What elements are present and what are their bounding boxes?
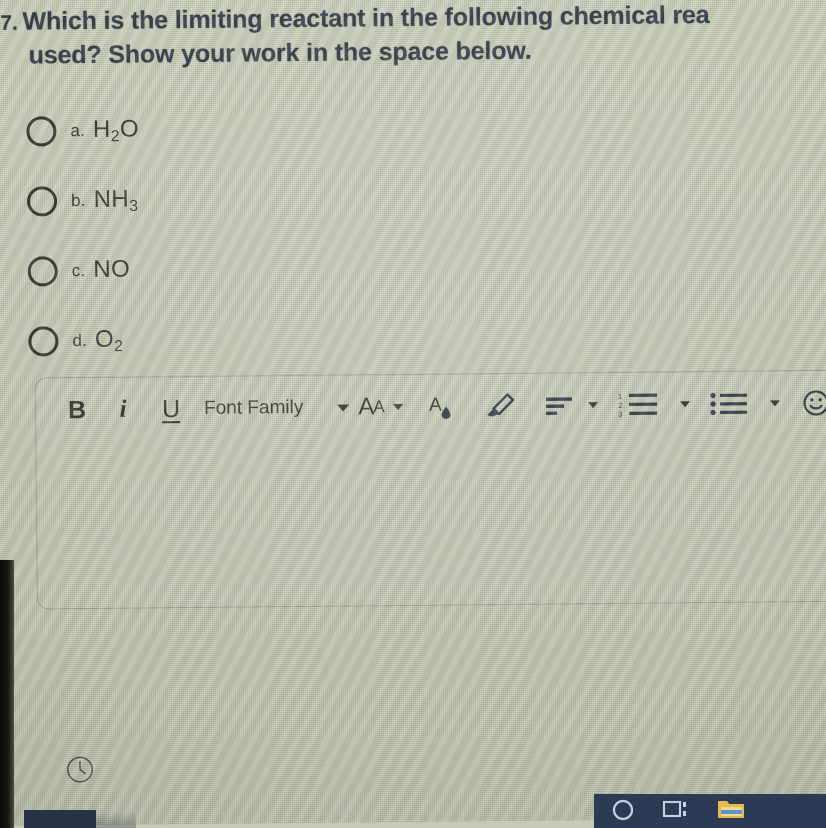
clock-icon[interactable] xyxy=(65,755,94,784)
option-formula-b: NH3 xyxy=(93,185,139,215)
answer-options: a. H2O b. NH3 c. NO d. O2 xyxy=(26,96,141,377)
option-c[interactable]: c. NO xyxy=(27,235,140,306)
radio-button-d[interactable] xyxy=(28,326,59,357)
smiley-face-icon[interactable] xyxy=(795,383,826,423)
rich-text-editor[interactable]: B i U Font Family AA A 1 2 3 xyxy=(34,369,826,610)
option-d[interactable]: d. O2 xyxy=(28,305,141,376)
task-view-icon[interactable] xyxy=(662,796,690,827)
svg-text:A: A xyxy=(429,395,442,416)
quiz-page: 7. Which is the limiting reactant in the … xyxy=(0,0,826,828)
taskbar-start-area[interactable] xyxy=(24,810,96,828)
option-letter-c: c. xyxy=(71,261,86,281)
chevron-down-icon[interactable] xyxy=(337,403,350,412)
option-letter-a: a. xyxy=(70,121,86,141)
svg-text:1: 1 xyxy=(618,392,622,401)
underline-button[interactable]: U xyxy=(146,389,196,429)
chevron-down-icon[interactable] xyxy=(587,402,598,409)
radio-button-c[interactable] xyxy=(27,256,58,287)
question-number: 7. xyxy=(0,11,18,35)
chevron-down-icon[interactable] xyxy=(392,403,403,411)
align-left-icon[interactable] xyxy=(538,385,578,425)
italic-button[interactable]: i xyxy=(100,389,146,429)
chevron-down-icon[interactable] xyxy=(679,401,690,408)
taskbar-seam xyxy=(96,812,136,828)
editor-text-area[interactable] xyxy=(36,435,826,609)
editor-toolbar: B i U Font Family AA A 1 2 3 xyxy=(36,371,826,443)
radio-button-b[interactable] xyxy=(26,186,58,217)
bold-button[interactable]: B xyxy=(54,390,100,430)
option-formula-c: NO xyxy=(93,255,131,283)
taskbar xyxy=(594,794,826,828)
font-family-selector[interactable]: Font Family xyxy=(204,388,304,429)
highlighter-icon[interactable] xyxy=(476,386,522,426)
monitor-screen: 7. Which is the limiting reactant in the … xyxy=(0,0,826,826)
bullet-list-icon[interactable] xyxy=(705,384,751,424)
question-text-line-1: Which is the limiting reactant in the fo… xyxy=(22,1,710,36)
text-color-icon[interactable]: A xyxy=(418,386,462,426)
file-explorer-icon[interactable] xyxy=(716,796,746,827)
chevron-down-icon[interactable] xyxy=(769,400,780,407)
font-size-button[interactable]: AA xyxy=(358,387,384,427)
svg-text:2: 2 xyxy=(618,401,622,410)
option-a[interactable]: a. H2O xyxy=(26,96,139,167)
option-formula-d: O2 xyxy=(94,325,124,355)
question-block: 7. Which is the limiting reactant in the … xyxy=(0,0,826,73)
screen-photo: 7. Which is the limiting reactant in the … xyxy=(0,0,826,828)
option-b[interactable]: b. NH3 xyxy=(26,165,140,236)
option-letter-d: d. xyxy=(72,331,88,351)
radio-button-a[interactable] xyxy=(26,116,57,147)
cortana-search-icon[interactable] xyxy=(610,796,636,827)
svg-text:3: 3 xyxy=(618,410,622,419)
option-letter-b: b. xyxy=(70,191,86,211)
option-formula-a: H2O xyxy=(92,115,140,145)
numbered-list-icon[interactable]: 1 2 3 xyxy=(613,384,661,424)
